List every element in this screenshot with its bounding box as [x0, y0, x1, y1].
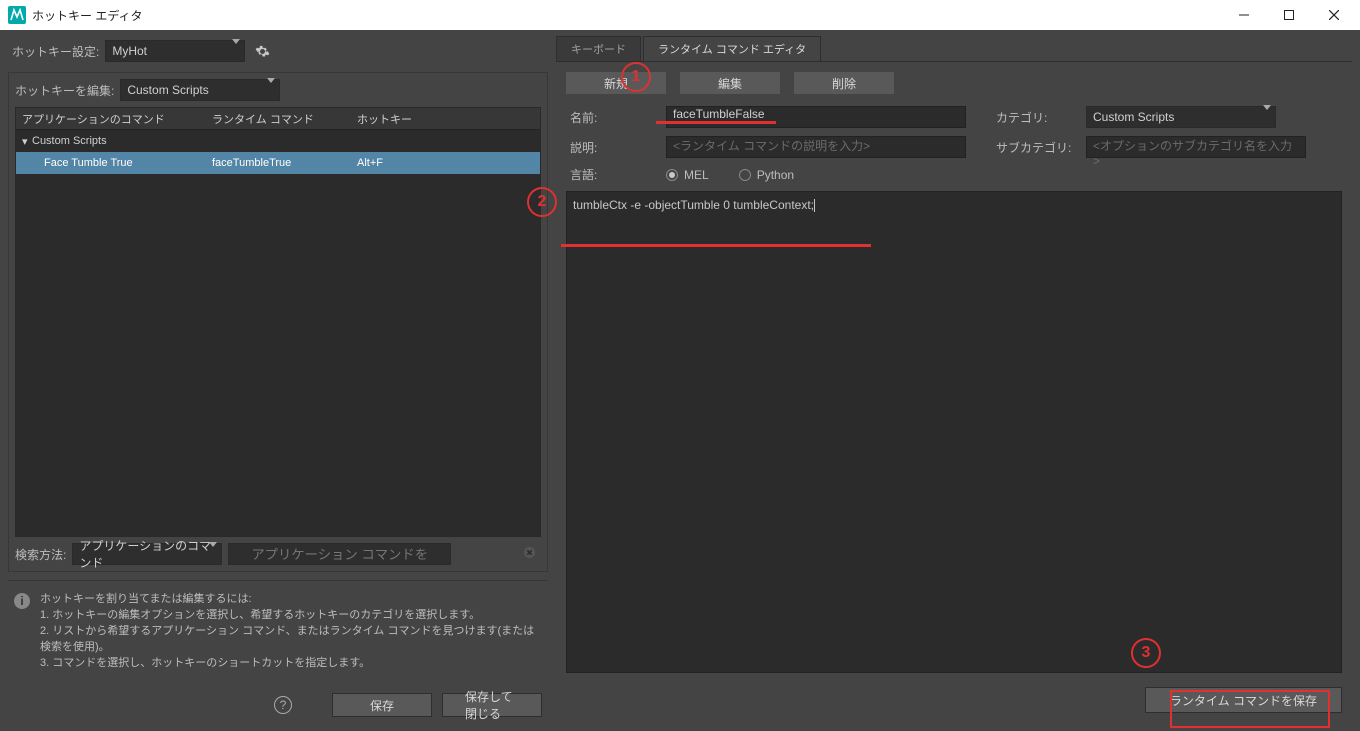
search-by-label: 検索方法: — [15, 546, 66, 563]
save-close-button[interactable]: 保存して閉じる — [442, 693, 542, 717]
new-button[interactable]: 新規 — [566, 72, 666, 94]
search-by-value: アプリケーションのコマンド — [79, 537, 215, 571]
hotkey-set-label: ホットキー設定: — [12, 43, 99, 60]
save-runtime-button[interactable]: ランタイム コマンドを保存 — [1145, 687, 1342, 713]
search-input[interactable] — [228, 543, 451, 565]
chevron-down-icon — [1263, 110, 1271, 124]
title-bar: ホットキー エディタ — [0, 0, 1360, 30]
subcategory-label: サブカテゴリ: — [996, 139, 1076, 156]
tree-expand-icon: ▾ — [22, 135, 32, 148]
tree-group-row[interactable]: ▾ Custom Scripts — [16, 130, 540, 152]
description-input[interactable]: <ランタイム コマンドの説明を入力> — [666, 136, 966, 158]
chevron-down-icon — [267, 83, 275, 97]
subcategory-input[interactable]: <オプションのサブカテゴリ名を入力> — [1086, 136, 1306, 158]
clear-search-icon[interactable] — [524, 547, 535, 561]
delete-button[interactable]: 削除 — [794, 72, 894, 94]
list-header: アプリケーションのコマンド ランタイム コマンド ホットキー — [16, 108, 540, 130]
category-dropdown[interactable]: Custom Scripts — [1086, 106, 1276, 128]
gear-icon[interactable] — [251, 40, 273, 62]
header-col-runtime-command[interactable]: ランタイム コマンド — [206, 111, 351, 127]
row-name: Face Tumble True — [16, 157, 206, 169]
help-line-3: 3. コマンドを選択し、ホットキーのショートカットを指定します。 — [40, 655, 542, 671]
chevron-down-icon — [232, 44, 240, 58]
tree-group-label: Custom Scripts — [32, 135, 107, 147]
hotkey-set-value: MyHot — [112, 44, 147, 58]
tab-runtime-editor[interactable]: ランタイム コマンド エディタ — [643, 36, 821, 61]
name-label: 名前: — [566, 109, 656, 126]
edit-button[interactable]: 編集 — [680, 72, 780, 94]
header-col-app-command[interactable]: アプリケーションのコマンド — [16, 111, 206, 127]
table-row[interactable]: Face Tumble True faceTumbleTrue Alt+F — [16, 152, 540, 174]
lang-python-label: Python — [757, 168, 794, 182]
close-button[interactable] — [1311, 0, 1356, 30]
lang-python-radio[interactable]: Python — [739, 168, 794, 182]
minimize-button[interactable] — [1221, 0, 1266, 30]
tabs: キーボード ランタイム コマンド エディタ — [556, 38, 1352, 62]
text-cursor — [814, 199, 815, 212]
name-input[interactable]: faceTumbleFalse — [666, 106, 966, 128]
edit-hotkey-dropdown[interactable]: Custom Scripts — [120, 79, 280, 101]
help-line-2: 2. リストから希望するアプリケーション コマンド、またはランタイム コマンドを… — [40, 623, 542, 655]
app-logo-icon — [8, 6, 26, 24]
help-line-1: 1. ホットキーの編集オプションを選択し、希望するホットキーのカテゴリを選択しま… — [40, 607, 542, 623]
radio-icon — [666, 169, 678, 181]
search-by-dropdown[interactable]: アプリケーションのコマンド — [72, 543, 222, 565]
lang-mel-radio[interactable]: MEL — [666, 168, 709, 182]
header-col-hotkey[interactable]: ホットキー — [351, 111, 540, 127]
script-editor[interactable]: tumbleCtx -e -objectTumble 0 tumbleConte… — [566, 191, 1342, 673]
lang-mel-label: MEL — [684, 168, 709, 182]
help-panel: i ホットキーを割り当てまたは編集するには: 1. ホットキーの編集オプションを… — [8, 580, 548, 681]
radio-icon — [739, 169, 751, 181]
chevron-down-icon — [209, 547, 217, 561]
description-label: 説明: — [566, 139, 656, 156]
window-title: ホットキー エディタ — [32, 7, 1221, 24]
code-line: tumbleCtx -e -objectTumble 0 tumbleConte… — [573, 198, 814, 212]
help-title: ホットキーを割り当てまたは編集するには: — [40, 591, 542, 607]
command-list[interactable]: アプリケーションのコマンド ランタイム コマンド ホットキー ▾ Custom … — [15, 107, 541, 537]
save-button[interactable]: 保存 — [332, 693, 432, 717]
category-value: Custom Scripts — [1093, 110, 1174, 124]
maximize-button[interactable] — [1266, 0, 1311, 30]
info-icon: i — [14, 593, 30, 609]
row-runtime: faceTumbleTrue — [206, 157, 351, 169]
hotkey-set-dropdown[interactable]: MyHot — [105, 40, 245, 62]
row-hotkey: Alt+F — [351, 157, 540, 169]
edit-hotkey-value: Custom Scripts — [127, 83, 208, 97]
edit-hotkey-label: ホットキーを編集: — [15, 82, 114, 99]
tab-keyboard[interactable]: キーボード — [556, 36, 641, 61]
language-label: 言語: — [566, 166, 656, 183]
category-label: カテゴリ: — [996, 109, 1076, 126]
help-button[interactable]: ? — [274, 696, 292, 714]
